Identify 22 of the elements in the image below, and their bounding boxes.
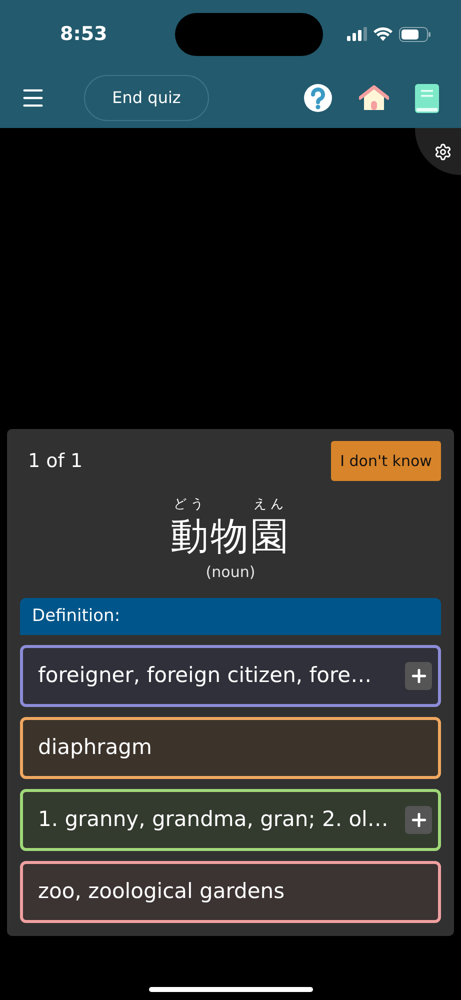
- gear-icon: [434, 142, 452, 160]
- definition-header: Definition:: [20, 598, 441, 635]
- expand-button[interactable]: [405, 662, 432, 690]
- answer-option[interactable]: diaphragm: [20, 717, 441, 779]
- end-quiz-button[interactable]: End quiz: [84, 75, 209, 121]
- battery-icon: [399, 26, 431, 42]
- dont-know-button[interactable]: I don't know: [331, 440, 441, 481]
- answer-option[interactable]: foreigner, foreign citizen, fore…: [20, 645, 441, 707]
- word-text: 動物園: [170, 514, 290, 558]
- furigana-text: どう: [174, 496, 208, 514]
- answer-option[interactable]: zoo, zoological gardens: [20, 861, 441, 923]
- answer-option[interactable]: 1. granny, grandma, gran; 2. ol…: [20, 789, 441, 851]
- home-icon[interactable]: [359, 85, 389, 111]
- help-icon[interactable]: [303, 83, 333, 113]
- wifi-icon: [373, 27, 393, 41]
- part-of-speech: (noun): [206, 562, 256, 582]
- furigana-text: えん: [254, 496, 288, 514]
- signal-icon: [347, 27, 367, 41]
- status-time: 8:53: [60, 22, 108, 47]
- expand-button[interactable]: [405, 806, 432, 834]
- book-icon[interactable]: [415, 84, 439, 112]
- progress-text: 1 of 1: [28, 448, 83, 474]
